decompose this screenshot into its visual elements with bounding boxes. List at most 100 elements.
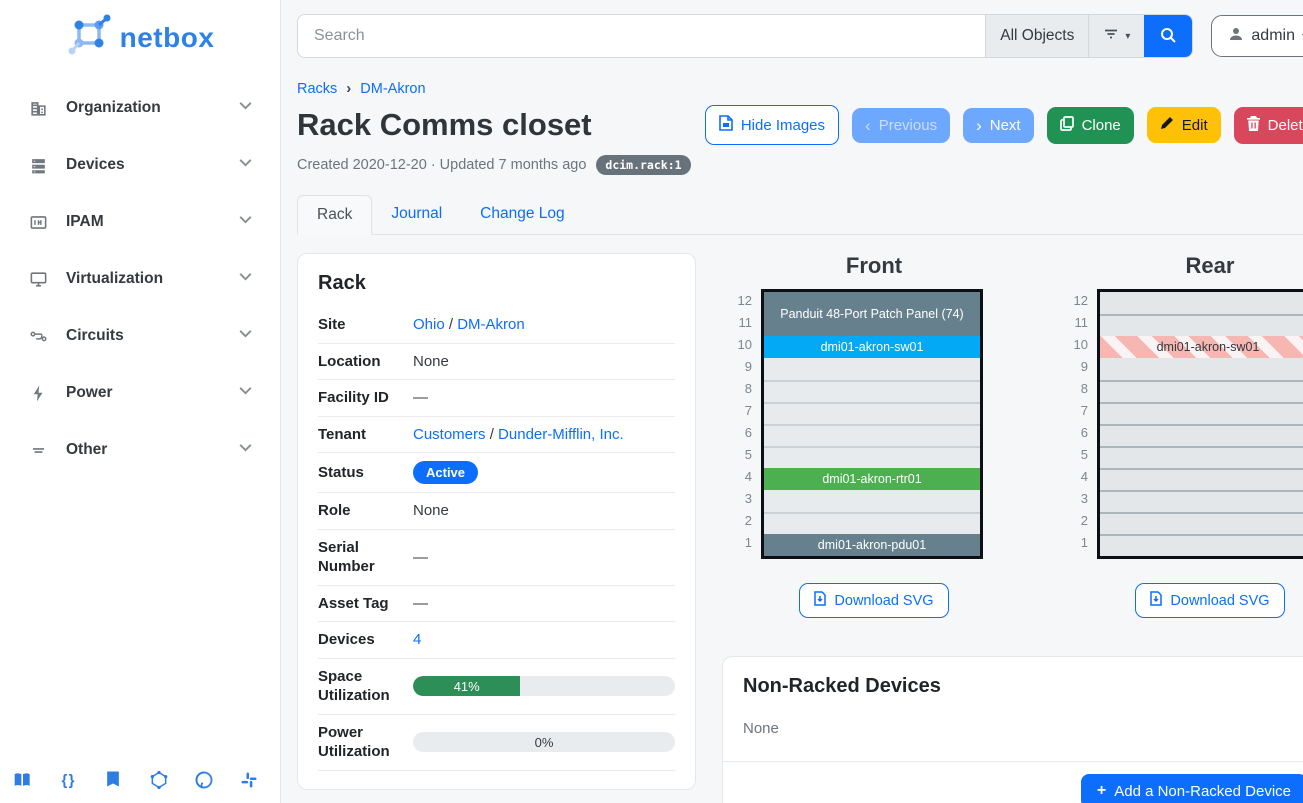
rack-details-panel: Rack Site Ohio / DM-Akron Location None	[297, 253, 696, 790]
rear-unit-u8[interactable]	[1100, 380, 1303, 402]
slack-icon[interactable]	[238, 769, 260, 791]
field-serial-number: Serial Number —	[318, 530, 675, 586]
non-racked-devices-empty: None	[743, 710, 1303, 755]
device-rtr01[interactable]: dmi01-akron-rtr01	[764, 468, 980, 490]
rear-unit-u1[interactable]	[1100, 534, 1303, 556]
rear-unit-u11[interactable]	[1100, 314, 1303, 336]
user-menu-button[interactable]: admin ▾	[1211, 15, 1303, 57]
netbox-logo-icon	[66, 14, 112, 61]
rear-unit-u4[interactable]	[1100, 468, 1303, 490]
sidebar-item-circuits[interactable]: Circuits	[0, 321, 280, 351]
device-patch-panel[interactable]: Panduit 48-Port Patch Panel (74)	[764, 292, 980, 336]
rack-slot-empty-u3[interactable]	[764, 490, 980, 512]
ipam-icon	[28, 212, 48, 232]
netbox-logo[interactable]: netbox	[0, 0, 280, 67]
hide-images-button[interactable]: Hide Images	[705, 105, 839, 145]
netbox-logo-text: netbox	[120, 22, 215, 54]
rear-unit-u6[interactable]	[1100, 424, 1303, 446]
rack-slot-empty-u7[interactable]	[764, 402, 980, 424]
filter-button[interactable]: ▾	[1088, 15, 1144, 57]
rear-unit-u5[interactable]	[1100, 446, 1303, 468]
next-button[interactable]: › Next	[963, 108, 1034, 143]
sidebar-item-ipam[interactable]: IPAM	[0, 207, 280, 237]
sidebar-item-virtualization[interactable]: Virtualization	[0, 264, 280, 294]
front-rack: Panduit 48-Port Patch Panel (74) dmi01-a…	[761, 289, 983, 559]
page-title: Rack Comms closet	[297, 107, 592, 143]
field-space-utilization: Space Utilization 41%	[318, 659, 675, 715]
docs-book-icon[interactable]	[12, 769, 34, 791]
rack-slot-empty-u5[interactable]	[764, 446, 980, 468]
file-download-icon	[1150, 591, 1162, 610]
object-type-button[interactable]: All Objects	[985, 15, 1088, 57]
breadcrumb-link-dm-akron[interactable]: DM-Akron	[360, 81, 425, 97]
front-elevation-title: Front	[728, 253, 988, 279]
chevron-down-icon	[237, 268, 254, 290]
reading-book-icon[interactable]	[102, 769, 124, 791]
rear-unit-u7[interactable]	[1100, 402, 1303, 424]
rear-unit-u12[interactable]	[1100, 292, 1303, 314]
circuits-icon	[28, 326, 48, 346]
tenant-group-link[interactable]: Customers	[413, 426, 486, 443]
tab-journal[interactable]: Journal	[372, 195, 461, 235]
device-sw01-rear[interactable]: dmi01-akron-sw01	[1100, 336, 1303, 358]
rack-slot-empty-u9[interactable]	[764, 358, 980, 380]
rack-slot-empty-u8[interactable]	[764, 380, 980, 402]
trash-icon	[1247, 116, 1260, 135]
sidebar-item-organization[interactable]: Organization	[0, 93, 280, 123]
search-input[interactable]	[298, 15, 985, 57]
rear-elevation: Rear 1211 109 87 65 43 21	[1064, 253, 1303, 618]
device-sw01-front[interactable]: dmi01-akron-sw01	[764, 336, 980, 358]
sidebar-item-devices[interactable]: Devices	[0, 150, 280, 180]
download-svg-rear-button[interactable]: Download SVG	[1135, 583, 1284, 618]
main-content: All Objects ▾ admin ▾ Racks › DM-Akron R	[281, 0, 1303, 803]
rack-slot-empty-u2[interactable]	[764, 512, 980, 534]
tab-rack[interactable]: Rack	[297, 195, 372, 235]
devices-count-link[interactable]: 4	[413, 631, 421, 648]
topbar: All Objects ▾ admin ▾	[297, 14, 1303, 58]
status-badge: Active	[413, 461, 478, 484]
caret-down-icon: ▾	[1125, 31, 1130, 42]
sidebar-nav: Organization Devices IPAM Virtualization	[0, 93, 280, 465]
other-icon	[28, 440, 48, 460]
tab-change-log[interactable]: Change Log	[461, 195, 583, 235]
sidebar-item-other[interactable]: Other	[0, 435, 280, 465]
rear-unit-u3[interactable]	[1100, 490, 1303, 512]
image-file-icon	[719, 115, 733, 135]
breadcrumb-separator-icon: ›	[346, 80, 351, 97]
rear-unit-u2[interactable]	[1100, 512, 1303, 534]
tenant-link[interactable]: Dunder-Mifflin, Inc.	[498, 426, 624, 443]
space-utilization-bar: 41%	[413, 676, 675, 696]
download-svg-front-button[interactable]: Download SVG	[799, 583, 948, 618]
delete-button[interactable]: Delete	[1234, 107, 1303, 144]
site-link[interactable]: DM-Akron	[457, 316, 525, 333]
created-updated-meta: Created 2020-12-20 · Updated 7 months ag…	[297, 157, 586, 173]
netbox-app: netbox Organization Devices IPAM Virtual…	[0, 0, 1303, 803]
chevron-right-icon: ›	[976, 117, 982, 134]
device-pdu01[interactable]: dmi01-akron-pdu01	[764, 534, 980, 556]
code-braces-icon[interactable]: { }	[57, 769, 79, 791]
pencil-icon	[1160, 116, 1174, 134]
field-devices: Devices 4	[318, 622, 675, 659]
edit-button[interactable]: Edit	[1147, 107, 1221, 143]
chevron-down-icon	[237, 439, 254, 461]
sidebar-item-power[interactable]: Power	[0, 378, 280, 408]
search-button[interactable]	[1144, 15, 1192, 57]
virtualization-icon	[28, 269, 48, 289]
non-racked-devices-title: Non-Racked Devices	[743, 675, 1303, 698]
non-racked-devices-panel: Non-Racked Devices None + Add a Non-Rack…	[722, 656, 1303, 803]
site-group-link[interactable]: Ohio	[413, 316, 445, 333]
global-search: All Objects ▾	[297, 14, 1193, 58]
previous-button[interactable]: ‹ Previous	[852, 108, 950, 143]
github-icon[interactable]	[193, 769, 215, 791]
clone-button[interactable]: Clone	[1047, 107, 1134, 144]
rack-slot-empty-u6[interactable]	[764, 424, 980, 446]
rear-unit-u9[interactable]	[1100, 358, 1303, 380]
chevron-down-icon	[237, 382, 254, 404]
field-status: Status Active	[318, 453, 675, 493]
graphql-icon[interactable]	[148, 769, 170, 791]
breadcrumb-link-racks[interactable]: Racks	[297, 81, 337, 97]
add-non-racked-device-button[interactable]: + Add a Non-Racked Device	[1081, 774, 1303, 803]
power-icon	[28, 383, 48, 403]
rear-rack: dmi01-akron-sw01	[1097, 289, 1303, 559]
chevron-down-icon	[237, 154, 254, 176]
